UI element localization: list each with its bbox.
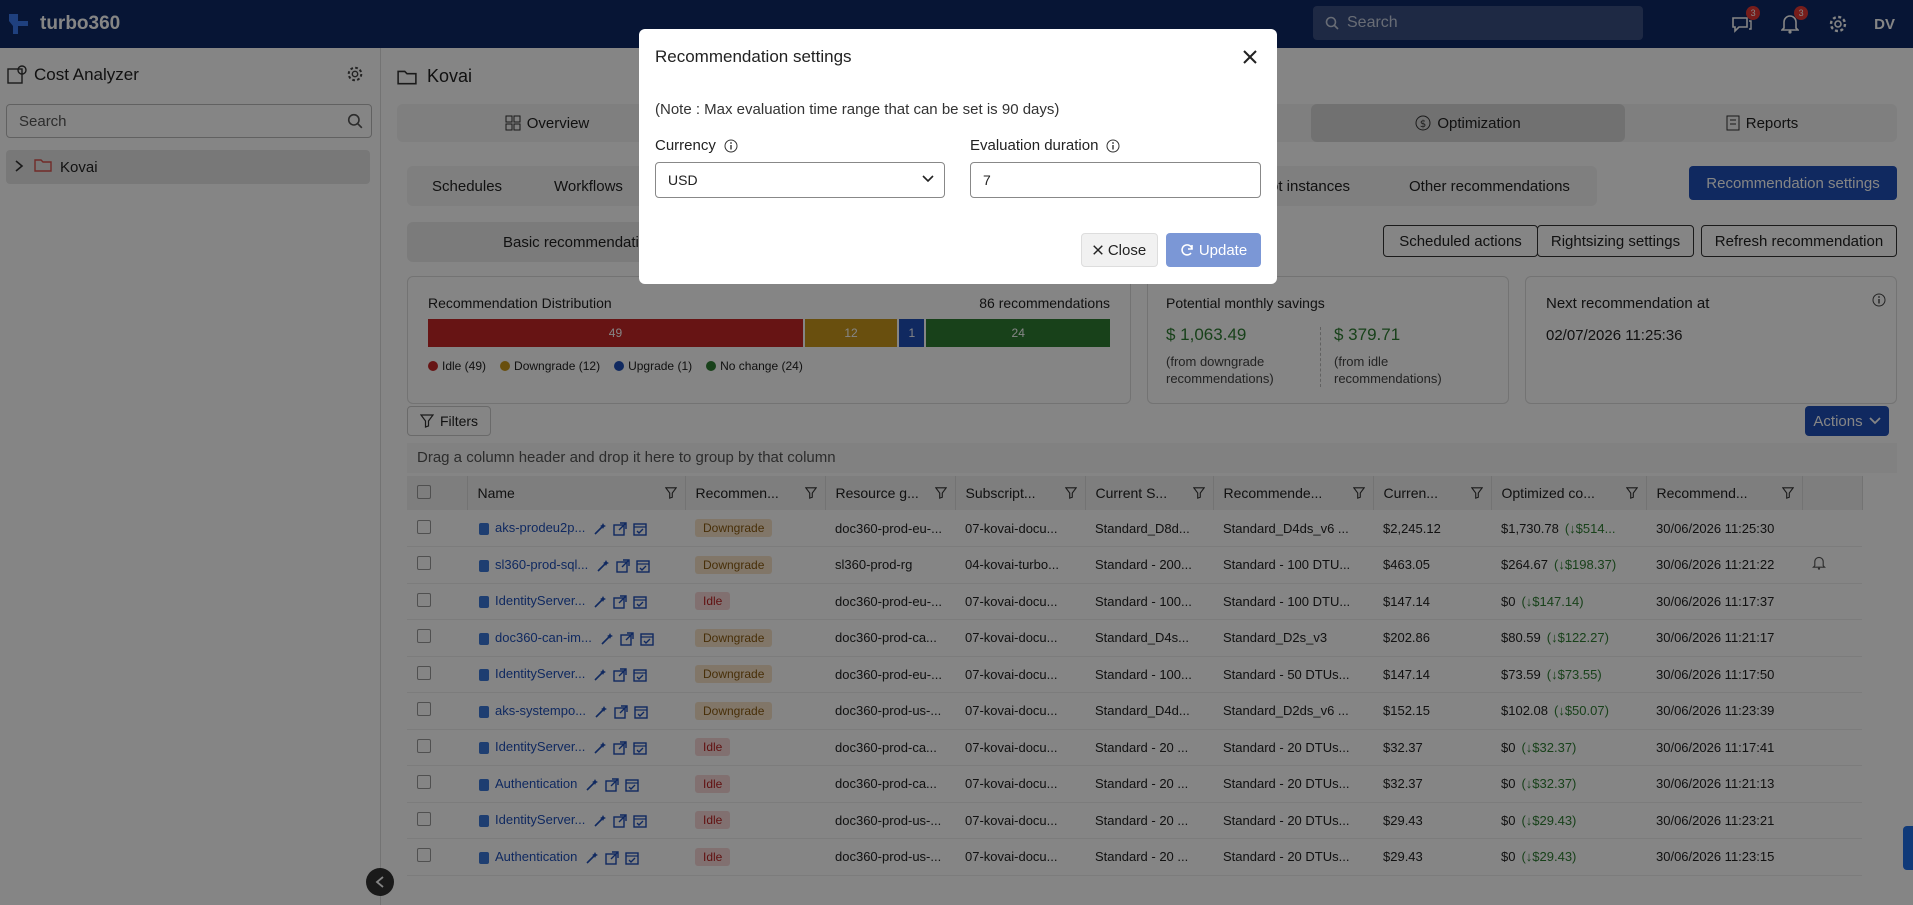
dialog-note: (Note : Max evaluation time range that c… [655, 101, 1060, 118]
update-button-label: Update [1198, 241, 1248, 259]
currency-selected-value: USD [668, 172, 698, 188]
evaluation-duration-label: Evaluation duration [970, 137, 1120, 154]
refresh-icon [1181, 244, 1193, 256]
close-button-label: Close [1107, 241, 1147, 259]
currency-select[interactable]: USD [655, 162, 945, 198]
currency-label: Currency [655, 137, 738, 154]
close-button[interactable]: Close [1081, 233, 1158, 267]
info-icon[interactable] [724, 139, 738, 153]
update-button[interactable]: Update [1166, 233, 1261, 267]
close-icon[interactable] [1243, 47, 1257, 70]
info-icon[interactable] [1106, 139, 1120, 153]
evaluation-duration-value: 7 [983, 172, 991, 188]
close-icon [1093, 245, 1103, 255]
dialog-title: Recommendation settings [655, 47, 852, 66]
recommendation-settings-dialog: Recommendation settings (Note : Max eval… [639, 29, 1277, 284]
evaluation-duration-label-text: Evaluation duration [970, 137, 1099, 154]
evaluation-duration-input[interactable]: 7 [970, 162, 1261, 198]
chevron-down-icon [922, 175, 934, 183]
currency-label-text: Currency [655, 137, 716, 154]
